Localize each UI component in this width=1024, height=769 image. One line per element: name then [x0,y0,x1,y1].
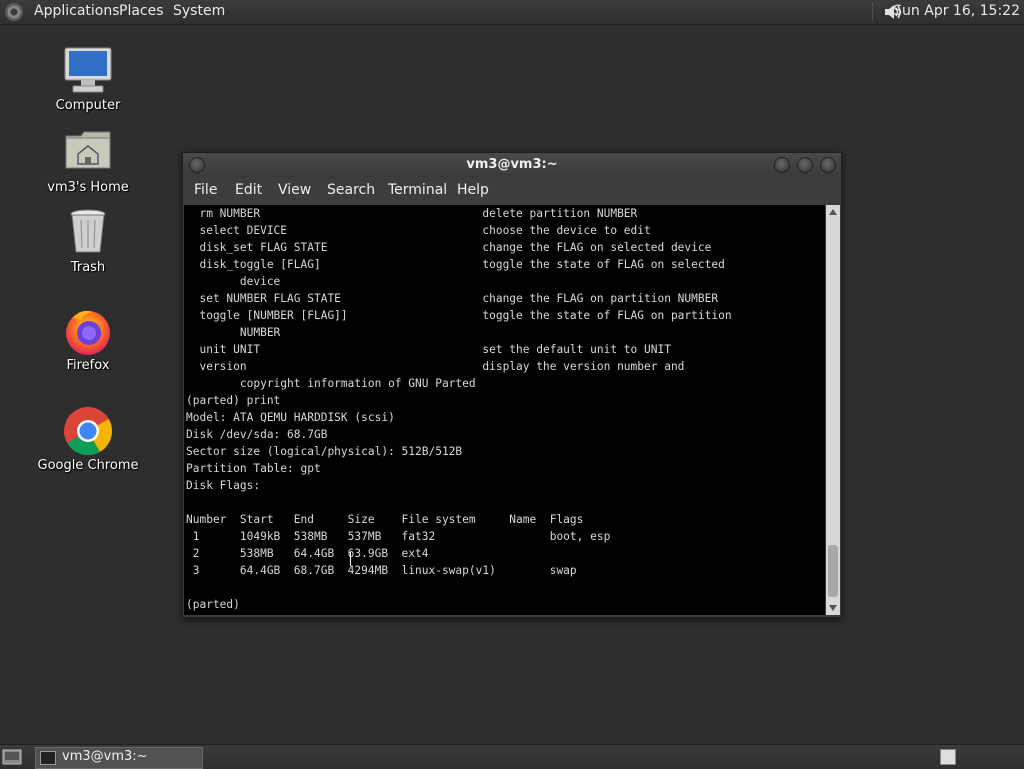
scroll-up-arrow-icon[interactable] [829,209,837,215]
computer-icon [63,46,113,96]
terminal-window[interactable]: vm3@vm3:~ File Edit View Search Terminal… [182,152,842,618]
taskbar-terminal-button[interactable]: vm3@vm3:~ [35,747,203,769]
scroll-down-arrow-icon[interactable] [829,605,837,611]
menu-view[interactable]: View [278,182,311,198]
top-panel: Applications Places System Sun Apr 16, 1… [0,0,1024,25]
menu-file[interactable]: File [194,182,217,198]
desktop-icon-computer[interactable]: Computer [33,46,143,113]
desktop-icon-label: Trash [70,260,106,275]
maximize-button[interactable] [797,157,813,173]
system-menu[interactable]: System [173,3,225,19]
menu-terminal[interactable]: Terminal [388,182,447,198]
terminal-output[interactable]: rm NUMBER delete partition NUMBER select… [184,205,825,615]
applications-menu[interactable]: Applications [34,3,120,19]
bottom-panel: vm3@vm3:~ [0,744,1024,769]
desktop-icon-label: Computer [55,98,121,113]
window-title: vm3@vm3:~ [466,157,558,172]
terminal-text: rm NUMBER delete partition NUMBER select… [186,207,732,611]
scrollbar-thumb[interactable] [828,545,838,597]
trash-icon [63,208,113,258]
close-button[interactable] [820,157,836,173]
mouse-ibeam-cursor [350,552,353,566]
terminal-menubar: File Edit View Search Terminal Help [183,177,841,205]
menu-search[interactable]: Search [327,182,375,198]
desktop-icon-home[interactable]: vm3's Home [33,128,143,195]
workspace-switcher[interactable] [940,749,956,765]
desktop-icon-chrome[interactable]: Google Chrome [33,406,143,473]
terminal-scrollbar[interactable] [826,205,840,615]
taskbar-window-label: vm3@vm3:~ [62,749,148,764]
panel-separator [872,3,875,21]
menu-edit[interactable]: Edit [235,182,262,198]
desktop-icon-label: vm3's Home [47,180,129,195]
distro-logo-icon[interactable] [5,3,23,21]
desktop-icon-firefox[interactable]: Firefox [33,306,143,373]
desktop-icon-trash[interactable]: Trash [33,208,143,275]
terminal-icon [40,751,56,765]
home-folder-icon [63,128,113,178]
places-menu[interactable]: Places [119,3,164,19]
clock[interactable]: Sun Apr 16, 15:22 [893,3,1020,19]
desktop-icon-label: Google Chrome [37,458,139,473]
chrome-icon [63,406,113,456]
window-menu-icon[interactable] [189,157,205,173]
show-desktop-icon[interactable] [2,748,22,766]
window-titlebar[interactable]: vm3@vm3:~ [183,153,841,177]
menu-help[interactable]: Help [457,182,489,198]
desktop-icon-label: Firefox [66,358,110,373]
minimize-button[interactable] [774,157,790,173]
firefox-icon [63,306,113,356]
